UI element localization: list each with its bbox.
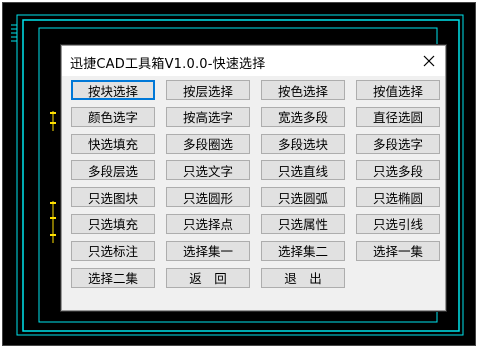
select-button-4[interactable]: 按值选择 [356, 80, 440, 100]
button-grid: 按块选择 按层选择 按色选择 按值选择颜色选字 按高选字 宽选多段 直径选圆快选填充 多段圈选… [71, 80, 440, 288]
select-button-30[interactable]: 返 回 [166, 267, 250, 288]
select-button-15[interactable]: 只选直线 [261, 160, 345, 181]
select-button-14[interactable]: 只选文字 [166, 160, 250, 181]
select-button-20[interactable]: 只选椭圆 [356, 187, 440, 208]
select-button-22[interactable]: 只选择点 [166, 213, 250, 234]
select-button-28[interactable]: 选择一集 [356, 240, 440, 261]
close-icon [423, 55, 435, 67]
select-button-24[interactable]: 只选引线 [356, 213, 440, 234]
select-button-3[interactable]: 按色选择 [261, 80, 345, 100]
select-button-2[interactable]: 按层选择 [166, 80, 250, 100]
select-button-31[interactable]: 退 出 [261, 267, 345, 288]
select-button-27[interactable]: 选择集二 [261, 240, 345, 261]
select-button-13[interactable]: 多段层选 [71, 160, 155, 181]
select-button-21[interactable]: 只选填充 [71, 213, 155, 234]
select-button-12[interactable]: 多段选字 [356, 133, 440, 154]
dialog-title: 迅捷CAD工具箱V1.0.0-快速选择 [70, 57, 266, 72]
select-button-11[interactable]: 多段选块 [261, 133, 345, 154]
select-button-17[interactable]: 只选图块 [71, 187, 155, 208]
select-button-23[interactable]: 只选属性 [261, 213, 345, 234]
select-button-6[interactable]: 按高选字 [166, 106, 250, 127]
select-button-19[interactable]: 只选圆弧 [261, 187, 345, 208]
select-button-16[interactable]: 只选多段 [356, 160, 440, 181]
close-button[interactable] [413, 46, 445, 76]
select-button-5[interactable]: 颜色选字 [71, 106, 155, 127]
select-button-26[interactable]: 选择集一 [166, 240, 250, 261]
select-button-8[interactable]: 直径选圆 [356, 106, 440, 127]
select-button-7[interactable]: 宽选多段 [261, 106, 345, 127]
select-button-10[interactable]: 多段圈选 [166, 133, 250, 154]
select-button-1[interactable]: 按块选择 [71, 80, 155, 100]
select-button-29[interactable]: 选择二集 [71, 267, 155, 288]
dialog-titlebar[interactable]: 迅捷CAD工具箱V1.0.0-快速选择 [62, 46, 445, 76]
quick-select-dialog: 迅捷CAD工具箱V1.0.0-快速选择 按块选择 按层选择 按色选择 按值选择颜色选字… [61, 45, 446, 311]
select-button-25[interactable]: 只选标注 [71, 240, 155, 261]
select-button-9[interactable]: 快选填充 [71, 133, 155, 154]
select-button-18[interactable]: 只选圆形 [166, 187, 250, 208]
